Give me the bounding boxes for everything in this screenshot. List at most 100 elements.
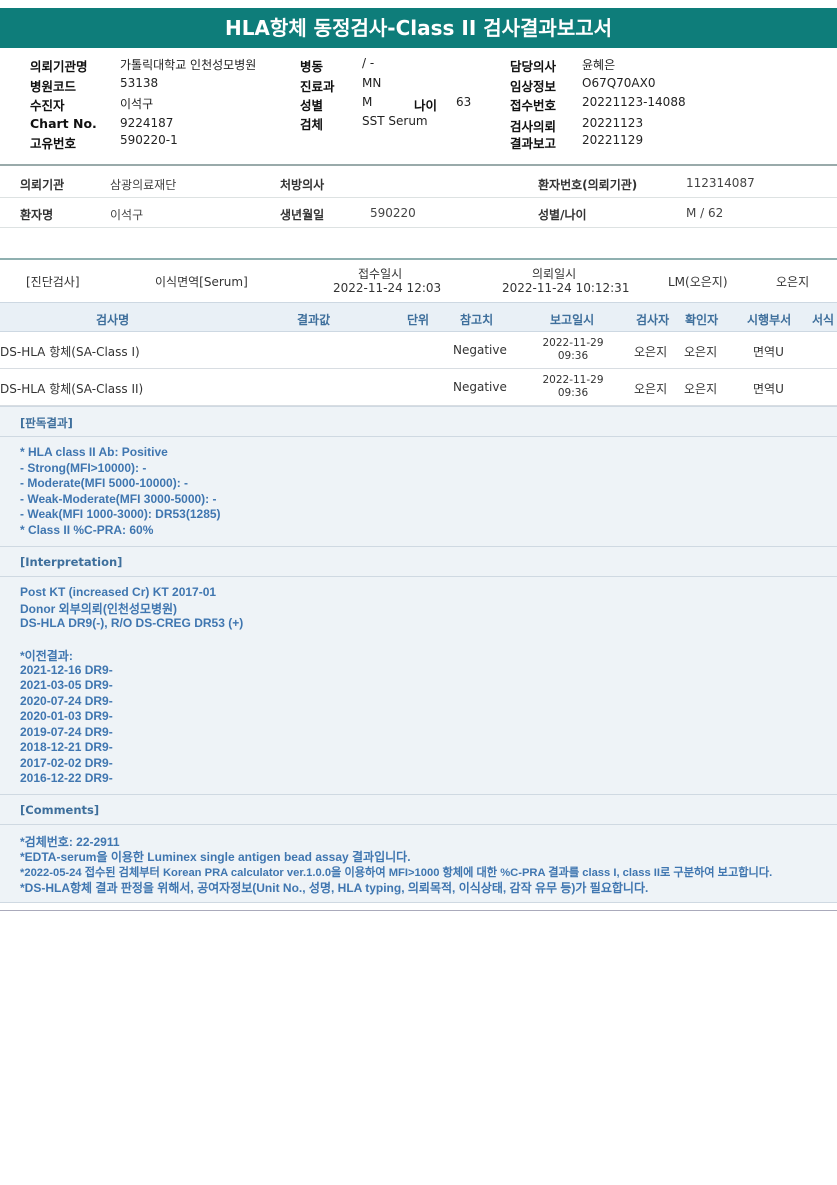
judgment-title: [판독결과]	[20, 416, 73, 430]
tester: 오은지	[634, 382, 668, 396]
col-test-name: 검사명	[96, 313, 130, 327]
header-value: / -	[362, 56, 375, 70]
judgment-line: * HLA class II Ab: Positive	[20, 445, 168, 459]
divider	[0, 164, 837, 166]
patient-no-value: 112314087	[686, 176, 755, 190]
diag-row: [진단검사] 이식면역[Serum] 접수일시 2022-11-24 12:03…	[0, 262, 837, 302]
interpretation-header: [Interpretation]	[0, 546, 837, 577]
header-value: MN	[362, 76, 382, 90]
test-name: DS-HLA 항체(SA-Class I)	[0, 345, 140, 359]
report-date: 2022-11-29	[542, 337, 604, 349]
reference-value: Negative	[453, 380, 507, 394]
comments-body: *검체번호: 22-2911 *EDTA-serum을 이용한 Luminex …	[0, 825, 837, 903]
header-label: 결과보고	[510, 136, 557, 151]
header-label: 병원코드	[30, 79, 77, 94]
report-time: 09:36	[557, 387, 589, 399]
col-result: 결과값	[297, 313, 331, 327]
interpretation-line: 2016-12-22 DR9-	[20, 771, 113, 785]
header-value: M	[362, 95, 373, 109]
judgment-line: - Strong(MFI>10000): -	[20, 461, 147, 475]
header-label: 접수번호	[510, 98, 557, 113]
header-label: 성별	[300, 98, 324, 113]
col-checker: 확인자	[685, 313, 719, 327]
report-time: 09:36	[557, 350, 589, 362]
header-value: 9224187	[120, 116, 174, 130]
col-reference: 참고치	[460, 313, 494, 327]
tester: 오은지	[634, 345, 668, 359]
birth-label: 생년월일	[280, 208, 325, 222]
interpretation-line: *이전결과:	[20, 649, 73, 663]
lm-value: LM(오은지)	[668, 275, 728, 289]
col-tester: 검사자	[636, 313, 670, 327]
diag-dept: 이식면역[Serum]	[155, 275, 248, 289]
table-header: 검사명 결과값 단위 참고치 보고일시 검사자 확인자 시행부서 서식	[0, 302, 837, 332]
checker: 오은지	[684, 345, 718, 359]
header-value: 53138	[120, 76, 159, 90]
interpretation-body: Post KT (increased Cr) KT 2017-01 Donor …	[0, 577, 837, 795]
header-value: 63	[456, 95, 472, 109]
requested-label: 의뢰일시	[532, 267, 577, 281]
comment-line: *EDTA-serum을 이용한 Luminex single antigen …	[20, 850, 411, 864]
interpretation-line: 2018-12-21 DR9-	[20, 740, 113, 754]
header-value: 590220-1	[120, 133, 178, 147]
comment-line: *2022-05-24 접수된 검체부터 Korean PRA calculat…	[20, 867, 773, 879]
birth-value: 590220	[370, 206, 416, 220]
header-label: 담당의사	[510, 59, 557, 74]
table-row: DS-HLA 항체(SA-Class I) Negative 2022-11-2…	[0, 332, 837, 369]
interpretation-line: 2021-12-16 DR9-	[20, 663, 113, 677]
judgment-line: - Weak-Moderate(MFI 3000-5000): -	[20, 492, 217, 506]
test-name: DS-HLA 항체(SA-Class II)	[0, 382, 144, 396]
received-label: 접수일시	[358, 267, 403, 281]
header-label: 임상정보	[510, 79, 557, 94]
judgment-body: * HLA class II Ab: Positive - Strong(MFI…	[0, 437, 837, 547]
interpretation-line: 2020-07-24 DR9-	[20, 694, 113, 708]
interpretation-line: 2020-01-03 DR9-	[20, 709, 113, 723]
interpretation-title: [Interpretation]	[20, 555, 123, 569]
col-form: 서식	[812, 313, 835, 327]
name-label: 환자명	[20, 208, 54, 222]
header-label: 진료과	[300, 79, 335, 94]
header-label: 고유번호	[30, 136, 77, 151]
dept: 면역U	[753, 382, 784, 396]
header-value: 이석구	[120, 97, 154, 111]
footer-divider	[0, 910, 837, 911]
judgment-line: - Weak(MFI 1000-3000): DR53(1285)	[20, 507, 221, 521]
org-label: 의뢰기관	[20, 178, 65, 192]
comment-line: *DS-HLA항체 결과 판정을 위해서, 공여자정보(Unit No., 성명…	[20, 881, 649, 895]
report-title: HLA항체 동정검사-Class II 검사결과보고서	[0, 8, 837, 48]
comments-header: [Comments]	[0, 794, 837, 825]
reference-value: Negative	[453, 343, 507, 357]
header-label: 수진자	[30, 98, 65, 113]
header-value: O67Q70AX0	[582, 76, 656, 90]
dept: 면역U	[753, 345, 784, 359]
judgment-header: [판독결과]	[0, 406, 837, 437]
header-label: Chart No.	[30, 116, 97, 131]
info-row-org: 의뢰기관 삼광의료재단 처방의사 환자번호(의뢰기관) 112314087	[0, 168, 837, 198]
requested-value: 2022-11-24 10:12:31	[502, 281, 630, 295]
header-value: 20221129	[582, 133, 644, 147]
org-value: 삼광의료재단	[110, 178, 177, 192]
report-date: 2022-11-29	[542, 374, 604, 386]
col-dept: 시행부서	[747, 313, 792, 327]
header-label: 병동	[300, 59, 324, 74]
info-row-patient: 환자명 이석구 생년월일 590220 성별/나이 M / 62	[0, 198, 837, 228]
comments-title: [Comments]	[20, 803, 100, 817]
patient-no-label: 환자번호(의뢰기관)	[538, 178, 638, 192]
header-value: 가톨릭대학교 인천성모병원	[120, 58, 257, 72]
sexage-value: M / 62	[686, 206, 724, 220]
blank-row	[0, 228, 837, 260]
header-value: SST Serum	[362, 114, 428, 128]
interpretation-line: Donor 외부의뢰(인천성모병원)	[20, 602, 178, 616]
col-unit: 단위	[407, 313, 430, 327]
col-report-date: 보고일시	[550, 313, 595, 327]
header-value: 윤혜은	[582, 58, 616, 72]
name-value: 이석구	[110, 208, 144, 222]
judgment-line: - Moderate(MFI 5000-10000): -	[20, 476, 189, 490]
header-value: 20221123-14088	[582, 95, 686, 109]
checker: 오은지	[684, 382, 718, 396]
judgment-line: * Class II %C-PRA: 60%	[20, 523, 154, 537]
header-value: 20221123	[582, 116, 644, 130]
interpretation-line: 2019-07-24 DR9-	[20, 725, 113, 739]
interpretation-line: Post KT (increased Cr) KT 2017-01	[20, 585, 217, 599]
header-label: 검체	[300, 117, 324, 132]
